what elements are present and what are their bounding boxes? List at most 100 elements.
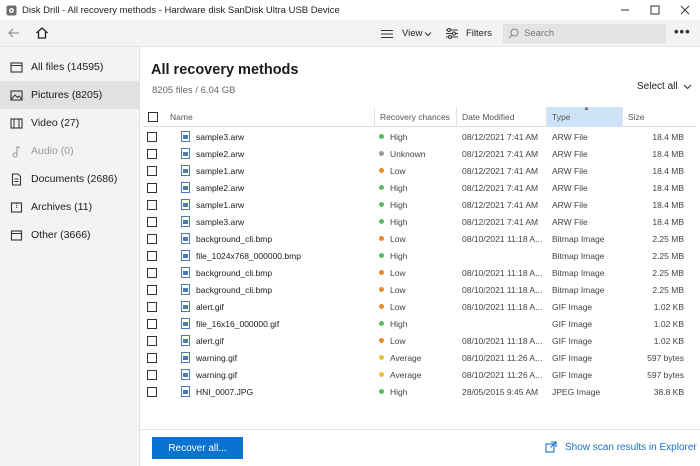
table-row[interactable]: alert.gif Low 08/10/2021 11:18 A... GIF Ima…: [143, 332, 697, 349]
sidebar-item-label: Video (27): [31, 117, 80, 129]
table-row[interactable]: background_cli.bmp Low 08/10/2021 11:18 A.…: [143, 264, 697, 281]
row-checkbox-cell[interactable]: [147, 247, 161, 264]
image-file-icon: [181, 369, 190, 380]
row-checkbox-cell[interactable]: [147, 366, 161, 383]
vertical-scrollbar[interactable]: [696, 107, 699, 427]
row-checkbox-cell[interactable]: [147, 315, 161, 332]
row-checkbox[interactable]: [147, 148, 157, 159]
file-name: sample2.arw: [196, 182, 245, 193]
table-row[interactable]: sample1.arw High 08/12/2021 7:41 AM ARW Fil…: [143, 196, 697, 213]
file-name: sample1.arw: [196, 165, 245, 176]
sidebar-item-archives[interactable]: Archives (11): [0, 193, 140, 221]
column-header-date-modified[interactable]: Date Modified: [457, 107, 547, 127]
column-header-size[interactable]: Size: [623, 107, 697, 127]
back-button[interactable]: [6, 25, 22, 41]
recover-all-button[interactable]: Recover all...: [152, 437, 243, 459]
search-box[interactable]: [503, 24, 666, 43]
table-row[interactable]: warning.gif Average 08/10/2021 11:26 A... G…: [143, 366, 697, 383]
row-checkbox[interactable]: [147, 301, 157, 312]
row-checkbox[interactable]: [147, 335, 157, 346]
row-checkbox-cell[interactable]: [147, 332, 161, 349]
sidebar-item-other[interactable]: Other (3666): [0, 221, 140, 249]
table-row[interactable]: sample2.arw High 08/12/2021 7:41 AM ARW Fil…: [143, 179, 697, 196]
row-checkbox[interactable]: [147, 352, 157, 363]
row-checkbox[interactable]: [147, 318, 157, 329]
column-header-type[interactable]: Type ▲: [547, 107, 623, 127]
file-name: sample2.arw: [196, 148, 245, 159]
page-title: All recovery methods: [151, 62, 299, 78]
table-row[interactable]: sample1.arw Low 08/12/2021 7:41 AM ARW File…: [143, 162, 697, 179]
table-row[interactable]: sample3.arw High 08/12/2021 7:41 AM ARW Fil…: [143, 213, 697, 230]
file-name: warning.gif: [196, 352, 238, 363]
table-row[interactable]: sample3.arw High 08/12/2021 7:41 AM ARW Fil…: [143, 128, 697, 145]
file-name: warning.gif: [196, 369, 238, 380]
minimize-button[interactable]: [610, 0, 640, 20]
row-checkbox[interactable]: [147, 216, 157, 227]
table-row[interactable]: HNI_0007.JPG High 28/05/2015 9:45 AM JPEG I…: [143, 383, 697, 400]
sidebar-item-video[interactable]: Video (27): [0, 109, 140, 137]
row-checkbox[interactable]: [147, 199, 157, 210]
size-cell: 2.25 MB: [652, 284, 684, 295]
row-checkbox-cell[interactable]: [147, 179, 161, 196]
sidebar-item-label: All files (14595): [31, 61, 104, 73]
row-checkbox-cell[interactable]: [147, 281, 161, 298]
select-all-checkbox[interactable]: [148, 112, 158, 122]
column-header-recovery-chances[interactable]: Recovery chances: [375, 107, 457, 127]
recovery-chance-dot: [379, 151, 384, 156]
row-checkbox-cell[interactable]: [147, 213, 161, 230]
table-row[interactable]: file_1024x768_000000.bmp High Bitmap Image…: [143, 247, 697, 264]
row-checkbox-cell[interactable]: [147, 349, 161, 366]
row-checkbox-cell[interactable]: [147, 128, 161, 145]
row-checkbox[interactable]: [147, 386, 157, 397]
row-checkbox[interactable]: [147, 233, 157, 244]
sidebar-item-pictures[interactable]: Pictures (8205): [0, 81, 140, 109]
row-checkbox-cell[interactable]: [147, 145, 161, 162]
row-checkbox-cell[interactable]: [147, 162, 161, 179]
row-checkbox[interactable]: [147, 369, 157, 380]
row-checkbox-cell[interactable]: [147, 298, 161, 315]
filters-button[interactable]: Filters: [446, 25, 492, 42]
table-row[interactable]: file_16x16_000000.gif High GIF Image 1.02 K…: [143, 315, 697, 332]
more-options-button[interactable]: •••: [674, 25, 691, 39]
header-checkbox-cell[interactable]: [143, 107, 163, 127]
table-row[interactable]: alert.gif Low 08/10/2021 11:18 A... GIF Ima…: [143, 298, 697, 315]
recovery-chance-label: High: [390, 216, 408, 227]
row-checkbox-cell[interactable]: [147, 230, 161, 247]
table-row[interactable]: warning.gif Average 08/10/2021 11:26 A... G…: [143, 349, 697, 366]
row-checkbox[interactable]: [147, 165, 157, 176]
show-scan-results-link[interactable]: Show scan results in Explorer: [545, 441, 697, 453]
maximize-button[interactable]: [640, 0, 670, 20]
table-row[interactable]: sample2.arw Unknown 08/12/2021 7:41 AM ARW …: [143, 145, 697, 162]
recovery-chance-dot: [379, 202, 384, 207]
row-checkbox[interactable]: [147, 284, 157, 295]
table-row[interactable]: background_cli.bmp Low 08/10/2021 11:18 A.…: [143, 281, 697, 298]
row-checkbox[interactable]: [147, 267, 157, 278]
row-checkbox-cell[interactable]: [147, 196, 161, 213]
view-button[interactable]: View: [381, 25, 432, 42]
select-all-dropdown[interactable]: Select all: [637, 81, 692, 92]
file-name-cell: sample3.arw: [181, 213, 371, 230]
row-checkbox[interactable]: [147, 182, 157, 193]
sidebar-item-audio[interactable]: Audio (0): [0, 137, 140, 165]
file-name: file_16x16_000000.gif: [196, 318, 280, 329]
recovery-chance-cell: Low: [379, 281, 457, 298]
close-button[interactable]: [670, 0, 700, 20]
row-checkbox[interactable]: [147, 250, 157, 261]
sidebar-item-all-files[interactable]: All files (14595): [0, 53, 140, 81]
chevron-down-icon: [425, 31, 432, 36]
home-button[interactable]: [34, 25, 50, 41]
row-checkbox[interactable]: [147, 131, 157, 142]
type-cell: GIF Image: [552, 318, 593, 329]
row-checkbox-cell[interactable]: [147, 264, 161, 281]
size-cell: 2.25 MB: [652, 250, 684, 261]
sidebar-item-documents[interactable]: Documents (2686): [0, 165, 140, 193]
file-name-cell: sample3.arw: [181, 128, 371, 145]
file-name-cell: background_cli.bmp: [181, 264, 371, 281]
file-name: background_cli.bmp: [196, 233, 273, 244]
row-checkbox-cell[interactable]: [147, 383, 161, 400]
recovery-chance-label: Low: [390, 301, 406, 312]
table-row[interactable]: background_cli.bmp Low 08/10/2021 11:18 A.…: [143, 230, 697, 247]
search-input[interactable]: [524, 28, 654, 39]
column-header-name[interactable]: Name: [165, 107, 375, 127]
recovery-chance-label: Low: [390, 233, 406, 244]
